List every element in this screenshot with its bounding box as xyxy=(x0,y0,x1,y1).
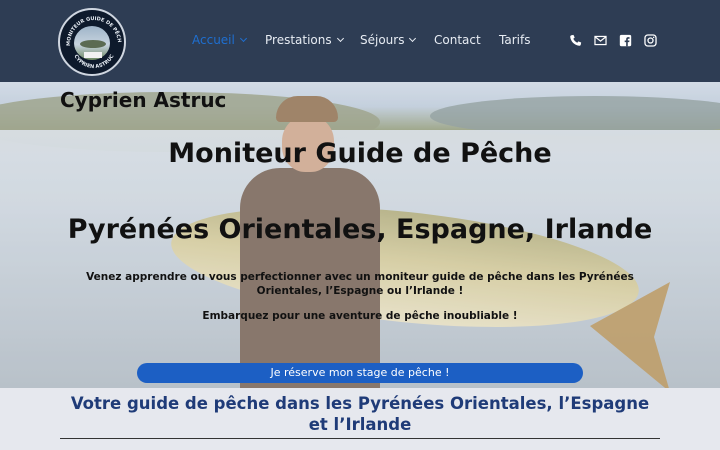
hero-title: Moniteur Guide de Pêche xyxy=(168,138,552,169)
mail-icon[interactable] xyxy=(594,34,607,47)
chevron-down-icon xyxy=(239,34,247,43)
nav-item-label: Accueil xyxy=(192,33,235,47)
logo-emblem xyxy=(74,26,110,60)
section-divider xyxy=(60,438,660,439)
book-stage-button[interactable]: Je réserve mon stage de pêche ! xyxy=(137,363,583,383)
site-header: MONITEUR GUIDE DE PÊCHE CYPRIEN ASTRUC A… xyxy=(0,0,720,82)
nav-item-label: Séjours xyxy=(360,33,405,47)
nav-item-sejours[interactable]: Séjours xyxy=(360,33,417,47)
logo-badge xyxy=(84,52,102,58)
chevron-down-icon xyxy=(409,34,417,43)
nav-item-tarifs[interactable]: Tarifs xyxy=(499,33,530,47)
site-brand-name[interactable]: Cyprien Astruc xyxy=(60,88,226,112)
nav-item-prestations[interactable]: Prestations xyxy=(265,33,344,47)
site-logo[interactable]: MONITEUR GUIDE DE PÊCHE CYPRIEN ASTRUC xyxy=(58,8,126,76)
facebook-icon[interactable] xyxy=(619,34,632,47)
nav-item-label: Tarifs xyxy=(499,33,531,47)
chevron-down-icon xyxy=(336,34,344,43)
nav-item-accueil[interactable]: Accueil xyxy=(192,33,247,47)
instagram-icon[interactable] xyxy=(644,34,657,47)
hero-subtitle: Pyrénées Orientales, Espagne, Irlande xyxy=(67,214,653,245)
section-title: Votre guide de pêche dans les Pyrénées O… xyxy=(70,394,650,434)
hero-tagline: Embarquez pour une aventure de pêche ino… xyxy=(202,310,518,322)
nav-item-label: Prestations xyxy=(265,33,332,47)
nav-item-label: Contact xyxy=(434,33,481,47)
hero-paragraph: Venez apprendre ou vous perfectionner av… xyxy=(86,271,634,297)
logo-fish-icon xyxy=(80,40,106,48)
nav-item-contact[interactable]: Contact xyxy=(434,33,481,47)
phone-icon[interactable] xyxy=(569,34,582,47)
